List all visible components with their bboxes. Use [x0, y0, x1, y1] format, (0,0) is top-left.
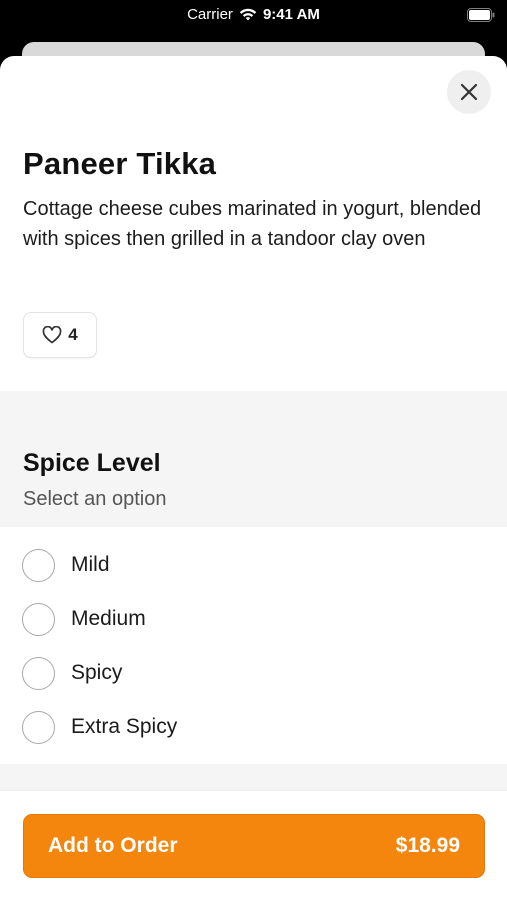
footer: Add to Order $18.99: [0, 790, 507, 900]
option-medium[interactable]: Medium: [0, 592, 507, 646]
option-list: Mild Medium Spicy Extra Spicy: [0, 538, 507, 754]
heart-icon: [42, 326, 62, 344]
option-label: Mild: [71, 553, 110, 576]
option-group-subtitle: Select an option: [23, 488, 167, 510]
item-title: Paneer Tikka: [23, 146, 217, 181]
option-spicy[interactable]: Spicy: [0, 646, 507, 700]
radio-button[interactable]: [22, 656, 55, 690]
option-label: Extra Spicy: [71, 715, 178, 738]
like-button[interactable]: 4: [23, 312, 97, 358]
order-price: $18.99: [395, 834, 460, 857]
option-group-header: Spice Level Select an option: [0, 391, 507, 527]
add-to-order-button[interactable]: Add to Order $18.99: [23, 814, 485, 878]
option-label: Spicy: [71, 661, 123, 684]
add-to-order-label: Add to Order: [48, 834, 178, 857]
item-description: Cottage cheese cubes marinated in yogurt…: [23, 198, 482, 250]
item-header: Paneer Tikka Cottage cheese cubes marina…: [23, 146, 493, 254]
time-label: 9:41 AM: [262, 6, 320, 23]
option-group-title: Spice Level: [23, 449, 161, 477]
radio-button[interactable]: [22, 710, 55, 744]
radio-button[interactable]: [22, 602, 55, 636]
close-icon: [460, 83, 478, 101]
item-detail-sheet: Paneer Tikka Cottage cheese cubes marina…: [0, 56, 507, 900]
carrier-label: Carrier: [187, 6, 233, 23]
option-extra-spicy[interactable]: Extra Spicy: [0, 700, 507, 754]
like-count: 4: [68, 325, 78, 344]
option-mild[interactable]: Mild: [0, 538, 507, 592]
option-label: Medium: [71, 607, 146, 630]
battery-icon: [467, 8, 495, 22]
status-bar: Carrier 9:41 AM: [0, 0, 507, 32]
wifi-icon: [239, 8, 257, 20]
status-center: Carrier 9:41 AM: [0, 6, 507, 23]
close-button[interactable]: [447, 70, 491, 114]
radio-button[interactable]: [22, 548, 55, 582]
